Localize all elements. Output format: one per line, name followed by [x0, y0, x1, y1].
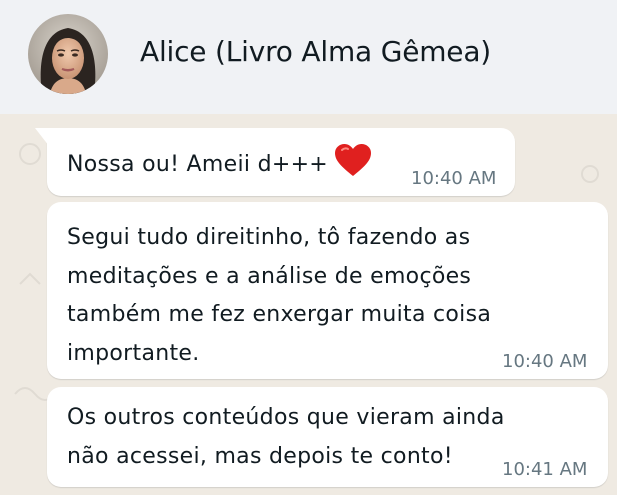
message-line: Os outros conteúdos que vieram ainda	[67, 405, 505, 430]
contact-name[interactable]: Alice (Livro Alma Gêmea)	[140, 35, 491, 68]
message-line: também me fez enxergar muita coisa	[67, 302, 492, 327]
message-time: 10:41 AM	[502, 459, 588, 480]
message-text: Nossa ou! Ameii d+++	[67, 143, 372, 191]
chat-area[interactable]: Nossa ou! Ameii d+++ 10:40 AM Segui tudo…	[0, 114, 617, 495]
bubble-tail	[35, 128, 49, 146]
message-line: meditações e a análise de emoções	[67, 263, 472, 289]
message-line: Segui tudo direitinho, tô fazendo as	[67, 225, 471, 250]
message-bubble[interactable]: Os outros conteúdos que vieram ainda não…	[47, 387, 608, 487]
message-bubble[interactable]: Segui tudo direitinho, tô fazendo as med…	[47, 202, 608, 379]
message-line: não acessei, mas depois te conto!	[67, 443, 453, 469]
contact-avatar[interactable]	[28, 14, 108, 94]
message-text: Segui tudo direitinho, tô fazendo as med…	[67, 219, 491, 373]
message-line: Nossa ou! Ameii d+++	[67, 152, 329, 177]
message-bubble[interactable]: Nossa ou! Ameii d+++ 10:40 AM	[35, 128, 515, 196]
chat-header[interactable]: Alice (Livro Alma Gêmea)	[0, 0, 617, 114]
red-heart-icon	[334, 143, 372, 191]
message-line: importante.	[67, 340, 200, 366]
message-time: 10:40 AM	[502, 351, 588, 372]
message-text: Os outros conteúdos que vieram ainda não…	[67, 399, 505, 476]
message-time: 10:40 AM	[411, 168, 497, 189]
profile-photo-icon	[28, 14, 108, 94]
